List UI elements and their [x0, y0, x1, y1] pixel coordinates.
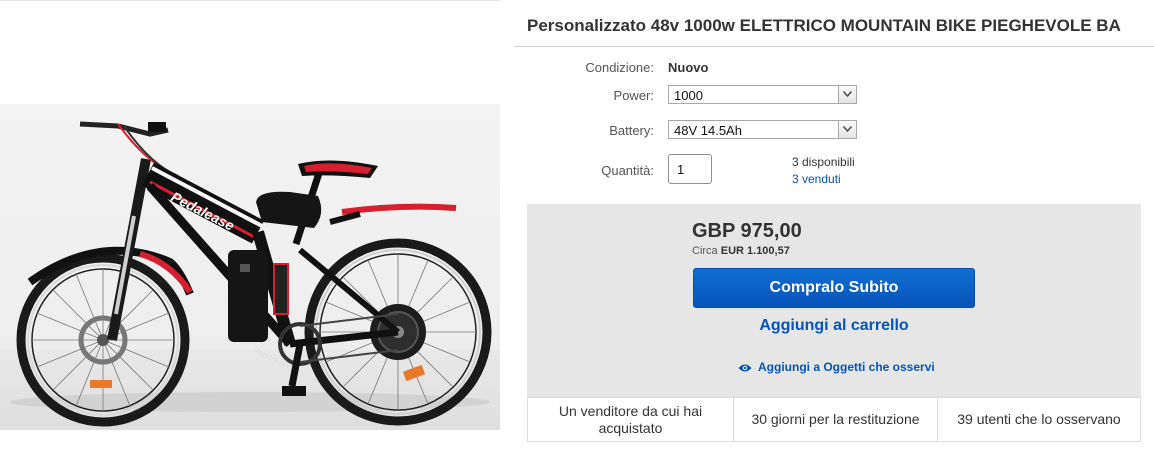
watch-link[interactable]: Aggiungi a Oggetti che osservi	[738, 360, 935, 374]
approx-value: EUR 1.100,57	[720, 245, 790, 257]
available-count: 3 disponibili	[792, 155, 855, 169]
power-select[interactable]: 1000	[668, 85, 857, 104]
battery-select[interactable]: 48V 14.5Ah	[668, 120, 857, 139]
price: GBP 975,00	[692, 220, 802, 242]
title-divider	[514, 46, 1154, 47]
quantity-input[interactable]: 1	[668, 154, 712, 184]
quantity-label: Quantità:	[601, 163, 654, 178]
battery-select-value: 48V 14.5Ah	[674, 123, 742, 138]
buy-now-button[interactable]: Compralo Subito	[693, 268, 975, 308]
front-wheel	[16, 253, 190, 427]
power-select-value: 1000	[674, 88, 703, 103]
sold-count-link[interactable]: 3 venduti	[792, 172, 841, 186]
power-label: Power:	[613, 88, 654, 103]
listing-title: Personalizzato 48v 1000w ELETTRICO MOUNT…	[527, 16, 1121, 35]
stat-returns: 30 giorni per la restituzione	[734, 398, 938, 441]
product-photo[interactable]: Pedalease Pedalease	[0, 104, 500, 430]
condition-value: Nuovo	[668, 60, 709, 75]
add-to-cart-link[interactable]: Aggiungi al carrello	[693, 317, 975, 335]
chevron-down-icon[interactable]	[838, 121, 856, 138]
chevron-down-icon[interactable]	[838, 86, 856, 103]
stat-seller: Un venditore da cui hai acquistato	[528, 398, 734, 441]
bike-illustration: Pedalease Pedalease	[10, 121, 492, 427]
battery-label: Battery:	[609, 123, 654, 138]
eye-icon	[738, 364, 752, 372]
condition-label: Condizione:	[585, 60, 654, 75]
image-top-spacer	[0, 0, 500, 105]
watch-label: Aggiungi a Oggetti che osservi	[758, 360, 935, 374]
approx-prefix: Circa	[692, 245, 718, 257]
stat-watchers: 39 utenti che lo osservano	[957, 411, 1121, 427]
approx-price: Circa EUR 1.100,57	[692, 245, 790, 257]
stats-bar: Un venditore da cui hai acquistato 30 gi…	[527, 397, 1141, 442]
